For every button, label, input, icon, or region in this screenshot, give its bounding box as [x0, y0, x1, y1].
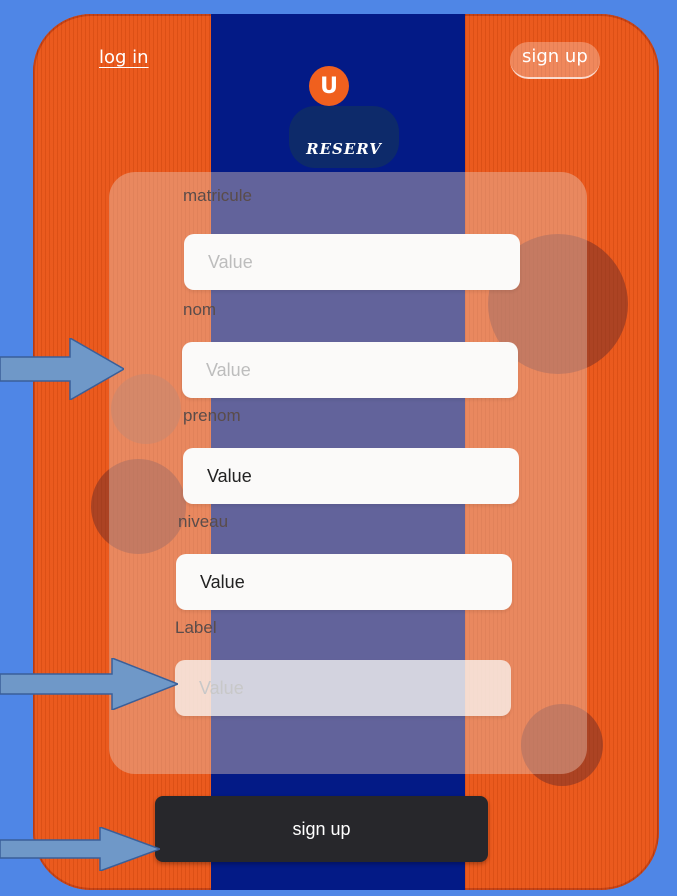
label-input[interactable]: Value — [175, 660, 511, 716]
signup-form: matricule Value nom Value prenom Value n… — [109, 172, 587, 774]
signup-tab-link[interactable]: sign up — [510, 42, 600, 79]
signup-button[interactable]: sign up — [155, 796, 488, 862]
nom-input[interactable]: Value — [182, 342, 518, 398]
phone-frame: log in sign up RESERV U matricule Value … — [33, 14, 659, 890]
logo-letter-icon: U — [309, 66, 349, 106]
login-link[interactable]: log in — [99, 47, 149, 68]
matricule-input[interactable]: Value — [184, 234, 520, 290]
niveau-input[interactable]: Value — [176, 554, 512, 610]
logo-badge: RESERV — [289, 106, 399, 168]
prenom-label: prenom — [183, 406, 241, 425]
matricule-label: matricule — [183, 186, 252, 205]
pointer-arrow-icon — [0, 827, 160, 871]
pointer-arrow-icon — [0, 658, 178, 710]
prenom-input[interactable]: Value — [183, 448, 519, 504]
label-label: Label — [175, 618, 217, 637]
pointer-arrow-icon — [0, 338, 124, 400]
nom-label: nom — [183, 300, 217, 319]
app-logo: RESERV U — [289, 66, 399, 170]
niveau-label: niveau — [178, 512, 229, 531]
logo-text: RESERV — [306, 140, 382, 158]
